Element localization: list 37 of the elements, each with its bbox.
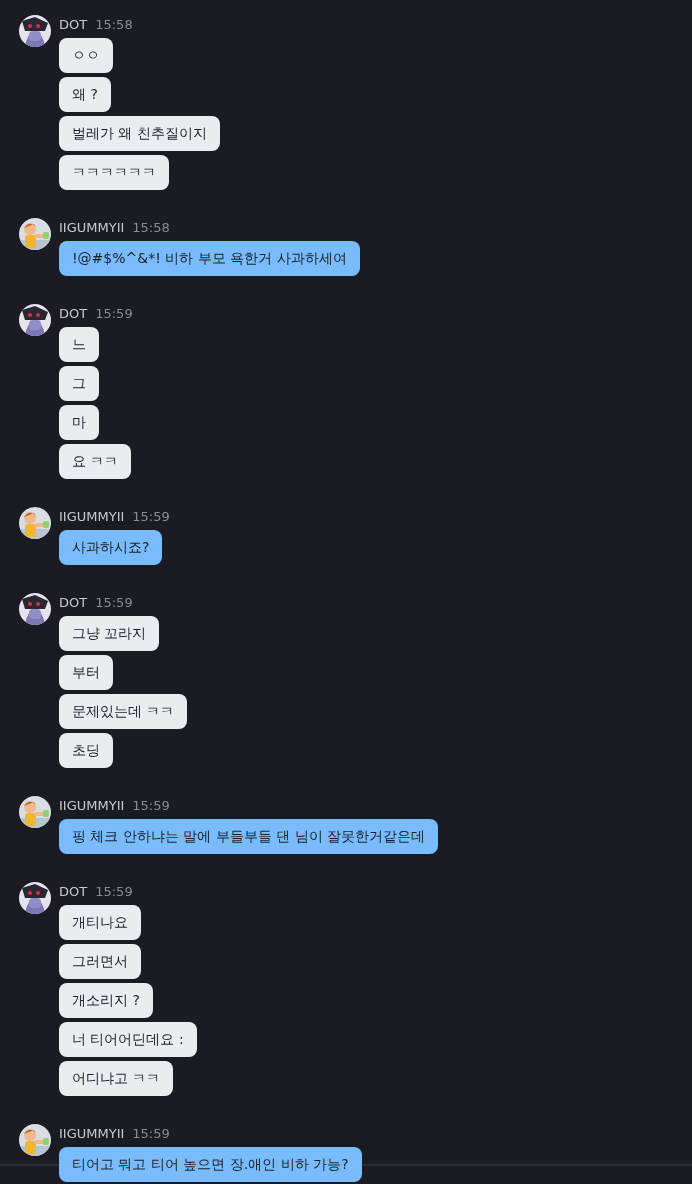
message-bubble: 요 ㅋㅋ	[59, 444, 132, 479]
message-bubble: 그냥 꼬라지	[59, 616, 160, 651]
author-name: IIGUMMYII	[59, 797, 125, 815]
message-time: 15:59	[132, 797, 170, 815]
message-bubble: 그러면서	[59, 944, 141, 979]
message-bubble: 사과하시죠?	[59, 530, 163, 565]
message-bubble: 초딩	[59, 733, 113, 768]
message-bubble: 벌레가 왜 친추질이지	[59, 116, 220, 151]
message-bubble: !@#$%^&*! 비하 부모 욕한거 사과하세여	[59, 241, 360, 276]
message-bubble: 왜 ?	[59, 77, 111, 112]
message-time: 15:58	[95, 16, 133, 34]
message-bubble: 개티나요	[59, 905, 141, 940]
author-name: DOT	[59, 883, 88, 901]
message-bubble: 마	[59, 405, 99, 440]
author-name: IIGUMMYII	[59, 219, 125, 237]
message-bubble: 부터	[59, 655, 113, 690]
message-time: 15:59	[95, 594, 133, 612]
author-name: DOT	[59, 594, 88, 612]
author-name: DOT	[59, 16, 88, 34]
message-bubble: ㅋㅋㅋㅋㅋㅋ	[59, 155, 169, 190]
message-bubble: 너 티어어딘데요 :	[59, 1022, 197, 1057]
message-bubble: 어디냐고 ㅋㅋ	[59, 1061, 174, 1096]
message-bubble: 문제있는데 ㅋㅋ	[59, 694, 188, 729]
author-name: IIGUMMYII	[59, 1125, 125, 1143]
message-bubble: 티어고 뭐고 티어 높으면 장.애인 비하 가능?	[59, 1147, 362, 1182]
message-time: 15:59	[132, 508, 170, 526]
author-name: DOT	[59, 305, 88, 323]
author-name: IIGUMMYII	[59, 508, 125, 526]
message-time: 15:59	[132, 1125, 170, 1143]
message-time: 15:59	[95, 305, 133, 323]
message-bubble: 핑 체크 안하냐는 말에 부들부들 댄 님이 잘못한거같은데	[59, 819, 439, 854]
message-bubble: 그	[59, 366, 99, 401]
message-time: 15:58	[132, 219, 170, 237]
message-time: 15:59	[95, 883, 133, 901]
message-bubble: 개소리지 ?	[59, 983, 153, 1018]
message-bubble: ㅇㅇ	[59, 38, 113, 73]
message-bubble: 느	[59, 327, 99, 362]
